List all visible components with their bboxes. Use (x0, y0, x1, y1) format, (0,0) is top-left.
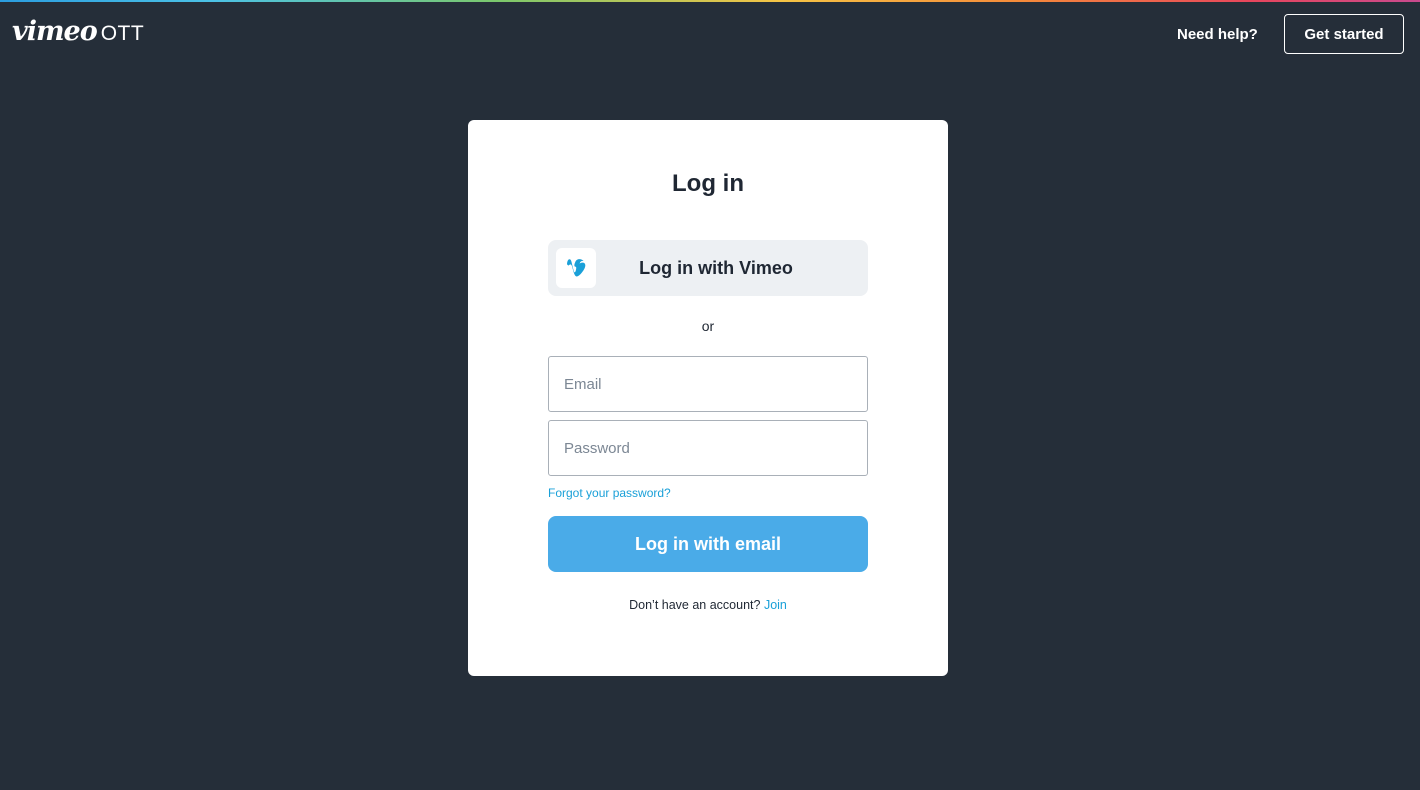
page-title: Log in (672, 170, 744, 197)
email-field[interactable] (548, 356, 868, 412)
login-with-vimeo-button[interactable]: Log in with Vimeo (548, 240, 868, 296)
login-with-email-button[interactable]: Log in with email (548, 516, 868, 572)
signup-prompt: Don’t have an account? Join (468, 598, 948, 612)
need-help-link[interactable]: Need help? (1177, 26, 1258, 43)
vimeo-ott-logo[interactable]: vimeo OTT (12, 16, 145, 47)
header: vimeo OTT Need help? Get started (0, 2, 1420, 66)
divider-or: or (701, 318, 715, 334)
join-link[interactable]: Join (764, 598, 787, 612)
get-started-button[interactable]: Get started (1284, 14, 1404, 54)
vimeo-button-label: Log in with Vimeo (639, 258, 793, 278)
login-card: Log in Log in with Vimeo or Forgot your … (468, 120, 948, 676)
logo-product: OTT (100, 22, 145, 45)
logo-brand: vimeo (12, 16, 98, 47)
password-field[interactable] (548, 420, 868, 476)
forgot-password-link[interactable]: Forgot your password? (548, 486, 671, 500)
no-account-text: Don’t have an account? (629, 598, 761, 612)
